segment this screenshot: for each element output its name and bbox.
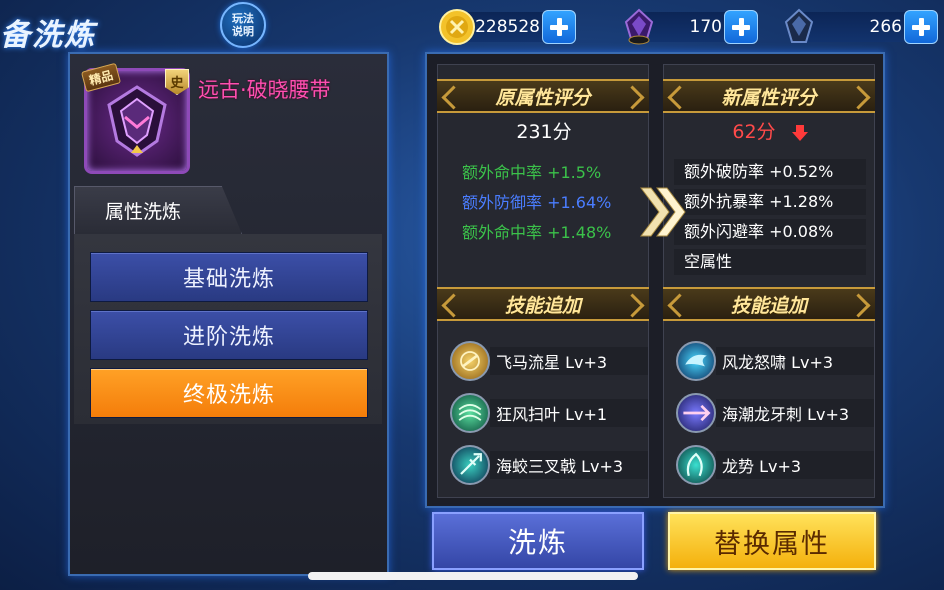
new-attr-3: 额外闪避率 +0.08% [674,219,866,245]
belt-icon [107,85,167,157]
old-skill-2[interactable]: 狂风扫叶 Lv+1 [450,393,648,433]
home-indicator[interactable] [308,572,638,580]
old-skills-header: 技能追加 [437,287,649,321]
new-attr-1: 额外破防率 +0.52% [674,159,866,185]
new-attr-4: 空属性 [674,249,866,275]
refine-button[interactable]: 洗炼 [432,512,644,570]
old-attr-3: 额外命中率 +1.48% [462,223,612,242]
dragon-stance-icon [676,445,716,485]
gold-coin-icon [439,9,475,45]
old-attributes-column: 原属性评分 231分 额外命中率 +1.5% 额外防御率 +1.64% 额外命中… [437,64,649,498]
advanced-refine-button[interactable]: 进阶洗炼 [90,310,368,360]
gold-value: 228528 [475,17,540,37]
item-slot[interactable]: 精品 史 [80,62,190,174]
new-skill-2[interactable]: 海潮龙牙刺 Lv+3 [676,393,874,433]
crystal-b-counter: 266 [784,8,938,44]
new-skills-header: 技能追加 [663,287,875,321]
crystal-a-value: 170 [689,17,722,37]
item-name: 远古·破晓腰带 [198,78,331,102]
crystal-chest-icon [624,8,654,45]
page-title: 备洗炼 [0,18,96,53]
add-crystal-a-button[interactable] [724,10,758,44]
ultimate-refine-button[interactable]: 终极洗炼 [90,368,368,418]
add-gold-button[interactable] [542,10,576,44]
double-chevron-right-icon [640,187,686,237]
replace-attributes-button[interactable]: 替换属性 [668,512,876,570]
old-score-header: 原属性评分 [437,79,649,113]
dragon-roar-icon [676,341,716,381]
basic-refine-button[interactable]: 基础洗炼 [90,252,368,302]
add-crystal-b-button[interactable] [904,10,938,44]
gold-counter: 228528 [439,9,576,45]
crystal-b-value: 266 [869,17,902,37]
dragon-fang-icon [676,393,716,433]
old-skill-3[interactable]: 海蛟三叉戟 Lv+3 [450,445,648,485]
crystal-a-counter: 170 [624,8,758,45]
old-skill-1[interactable]: 飞马流星 Lv+3 [450,341,648,381]
tab-attribute-refine[interactable]: 属性洗炼 [74,186,242,234]
green-fan-icon [450,393,490,433]
new-score: 62分 [664,117,876,144]
score-down-arrow-icon [791,124,808,141]
attribute-compare-panel: 原属性评分 231分 额外命中率 +1.5% 额外防御率 +1.64% 额外命中… [425,52,885,508]
refine-menu: 基础洗炼 进阶洗炼 终极洗炼 [74,234,382,424]
new-attr-2: 额外抗暴率 +1.28% [674,189,866,215]
help-button[interactable]: 玩法 说明 [220,2,266,48]
new-attributes-column: 新属性评分 62分 额外破防率 +0.52% 额外抗暴率 +1.28% 额外闪避… [663,64,875,498]
new-skill-3[interactable]: 龙势 Lv+3 [676,445,874,485]
trident-icon [450,445,490,485]
old-score: 231分 [516,121,572,143]
new-skill-1[interactable]: 风龙怒啸 Lv+3 [676,341,874,381]
old-attr-1: 额外命中率 +1.5% [462,163,602,182]
old-attr-2: 额外防御率 +1.64% [462,193,612,212]
equipment-panel: 精品 史 远古·破晓腰带 属性洗炼 基础洗炼 进阶洗炼 终极洗炼 [68,52,389,576]
new-score-header: 新属性评分 [663,79,875,113]
dark-crystal-icon [784,8,814,43]
golden-emblem-icon [450,341,490,381]
